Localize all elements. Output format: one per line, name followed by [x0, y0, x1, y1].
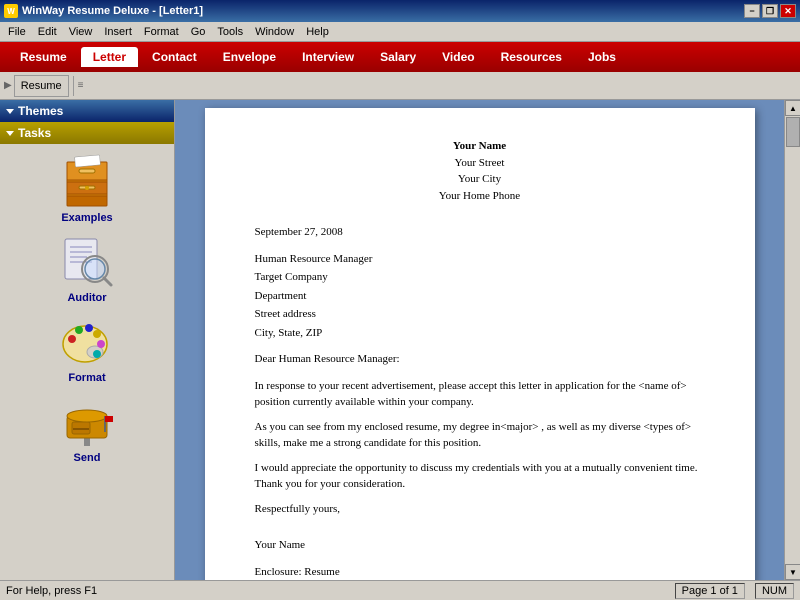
letter-recipient: Human Resource Manager Target Company De… — [255, 251, 705, 342]
menu-help[interactable]: Help — [300, 24, 335, 40]
tab-jobs[interactable]: Jobs — [576, 47, 628, 67]
letter-header: Your Name Your Street Your City Your Hom… — [255, 138, 705, 204]
sidebar-item-send[interactable]: Send — [27, 394, 147, 464]
document-area: Your Name Your Street Your City Your Hom… — [175, 100, 784, 580]
header-phone: Your Home Phone — [255, 188, 705, 205]
scroll-thumb[interactable] — [786, 117, 800, 147]
themes-label: Themes — [18, 104, 63, 118]
close-button[interactable]: ✕ — [780, 4, 796, 18]
themes-section-header[interactable]: Themes — [0, 100, 174, 122]
sidebar-item-examples[interactable]: Examples — [27, 154, 147, 224]
scroll-up-button[interactable]: ▲ — [785, 100, 800, 116]
menu-window[interactable]: Window — [249, 24, 300, 40]
para-3: I would appreciate the opportunity to di… — [255, 460, 705, 493]
letter-closing: Your Name — [255, 537, 705, 554]
app-icon: W — [4, 4, 18, 18]
tab-contact[interactable]: Contact — [140, 47, 209, 67]
tab-resume[interactable]: Resume — [8, 47, 79, 67]
header-street: Your Street — [255, 155, 705, 172]
menu-format[interactable]: Format — [138, 24, 185, 40]
window-controls: − ❐ ✕ — [744, 4, 796, 18]
scroll-down-button[interactable]: ▼ — [785, 564, 800, 580]
toolbar-list-icon: ≡ — [78, 80, 84, 91]
send-label: Send — [74, 452, 101, 464]
num-indicator: NUM — [755, 583, 794, 599]
auditor-icon — [57, 234, 117, 289]
letter-enclosure: Enclosure: Resume — [255, 564, 705, 581]
recipient-company: Target Company — [255, 269, 705, 286]
content-area: Your Name Your Street Your City Your Hom… — [175, 100, 784, 580]
tab-salary[interactable]: Salary — [368, 47, 428, 67]
toolbar: ▶ Resume ≡ — [0, 72, 800, 100]
main-layout: Themes Tasks — [0, 100, 800, 580]
header-city: Your City — [255, 171, 705, 188]
menu-bar: File Edit View Insert Format Go Tools Wi… — [0, 22, 800, 42]
scroll-track[interactable] — [785, 116, 800, 564]
recipient-street: Street address — [255, 306, 705, 323]
restore-button[interactable]: ❐ — [762, 4, 778, 18]
menu-view[interactable]: View — [63, 24, 99, 40]
tab-resources[interactable]: Resources — [489, 47, 574, 67]
window-title: WinWay Resume Deluxe - [Letter1] — [22, 5, 203, 17]
status-right: Page 1 of 1 NUM — [675, 583, 794, 599]
tab-video[interactable]: Video — [430, 47, 486, 67]
cabinet-icon — [57, 154, 117, 209]
examples-label: Examples — [61, 212, 112, 224]
recipient-dept: Department — [255, 288, 705, 305]
letter-salutation: Dear Human Resource Manager: — [255, 351, 705, 368]
tasks-label: Tasks — [18, 126, 51, 140]
document-page: Your Name Your Street Your City Your Hom… — [205, 108, 755, 580]
tab-letter[interactable]: Letter — [81, 47, 138, 67]
nav-bar: Resume Letter Contact Envelope Interview… — [0, 42, 800, 72]
sidebar: Themes Tasks — [0, 100, 175, 580]
letter-date: September 27, 2008 — [255, 224, 705, 241]
resume-toolbar-button[interactable]: Resume — [14, 75, 69, 97]
format-label: Format — [68, 372, 105, 384]
tasks-section-header[interactable]: Tasks — [0, 122, 174, 144]
salutation-text: Dear Human Resource Manager: — [255, 351, 705, 368]
date-text: September 27, 2008 — [255, 224, 705, 241]
toolbar-divider — [73, 76, 74, 96]
menu-file[interactable]: File — [2, 24, 32, 40]
sidebar-content: Examples Auditor — [0, 144, 174, 580]
menu-insert[interactable]: Insert — [98, 24, 138, 40]
sidebar-item-auditor[interactable]: Auditor — [27, 234, 147, 304]
header-name: Your Name — [453, 140, 506, 152]
help-text: For Help, press F1 — [6, 585, 97, 597]
recipient-title: Human Resource Manager — [255, 251, 705, 268]
auditor-label: Auditor — [67, 292, 106, 304]
menu-go[interactable]: Go — [185, 24, 212, 40]
mailbox-icon — [57, 394, 117, 449]
closing-name: Your Name — [255, 537, 705, 554]
tab-interview[interactable]: Interview — [290, 47, 366, 67]
status-bar: For Help, press F1 Page 1 of 1 NUM — [0, 580, 800, 600]
title-bar: W WinWay Resume Deluxe - [Letter1] − ❐ ✕ — [0, 0, 800, 22]
para-4: Respectfully yours, — [255, 501, 705, 518]
sidebar-item-format[interactable]: Format — [27, 314, 147, 384]
palette-icon — [57, 314, 117, 369]
menu-tools[interactable]: Tools — [211, 24, 249, 40]
tasks-collapse-icon — [6, 131, 14, 136]
vertical-scrollbar: ▲ ▼ — [784, 100, 800, 580]
tab-envelope[interactable]: Envelope — [211, 47, 288, 67]
toolbar-arrows-icon: ▶ — [4, 80, 12, 91]
themes-collapse-icon — [6, 109, 14, 114]
minimize-button[interactable]: − — [744, 4, 760, 18]
enclosure-text: Enclosure: Resume — [255, 564, 705, 581]
recipient-city: City, State, ZIP — [255, 325, 705, 342]
para-1: In response to your recent advertisement… — [255, 378, 705, 411]
para-2: As you can see from my enclosed resume, … — [255, 419, 705, 452]
letter-body: In response to your recent advertisement… — [255, 378, 705, 518]
menu-edit[interactable]: Edit — [32, 24, 63, 40]
page-info: Page 1 of 1 — [675, 583, 745, 599]
